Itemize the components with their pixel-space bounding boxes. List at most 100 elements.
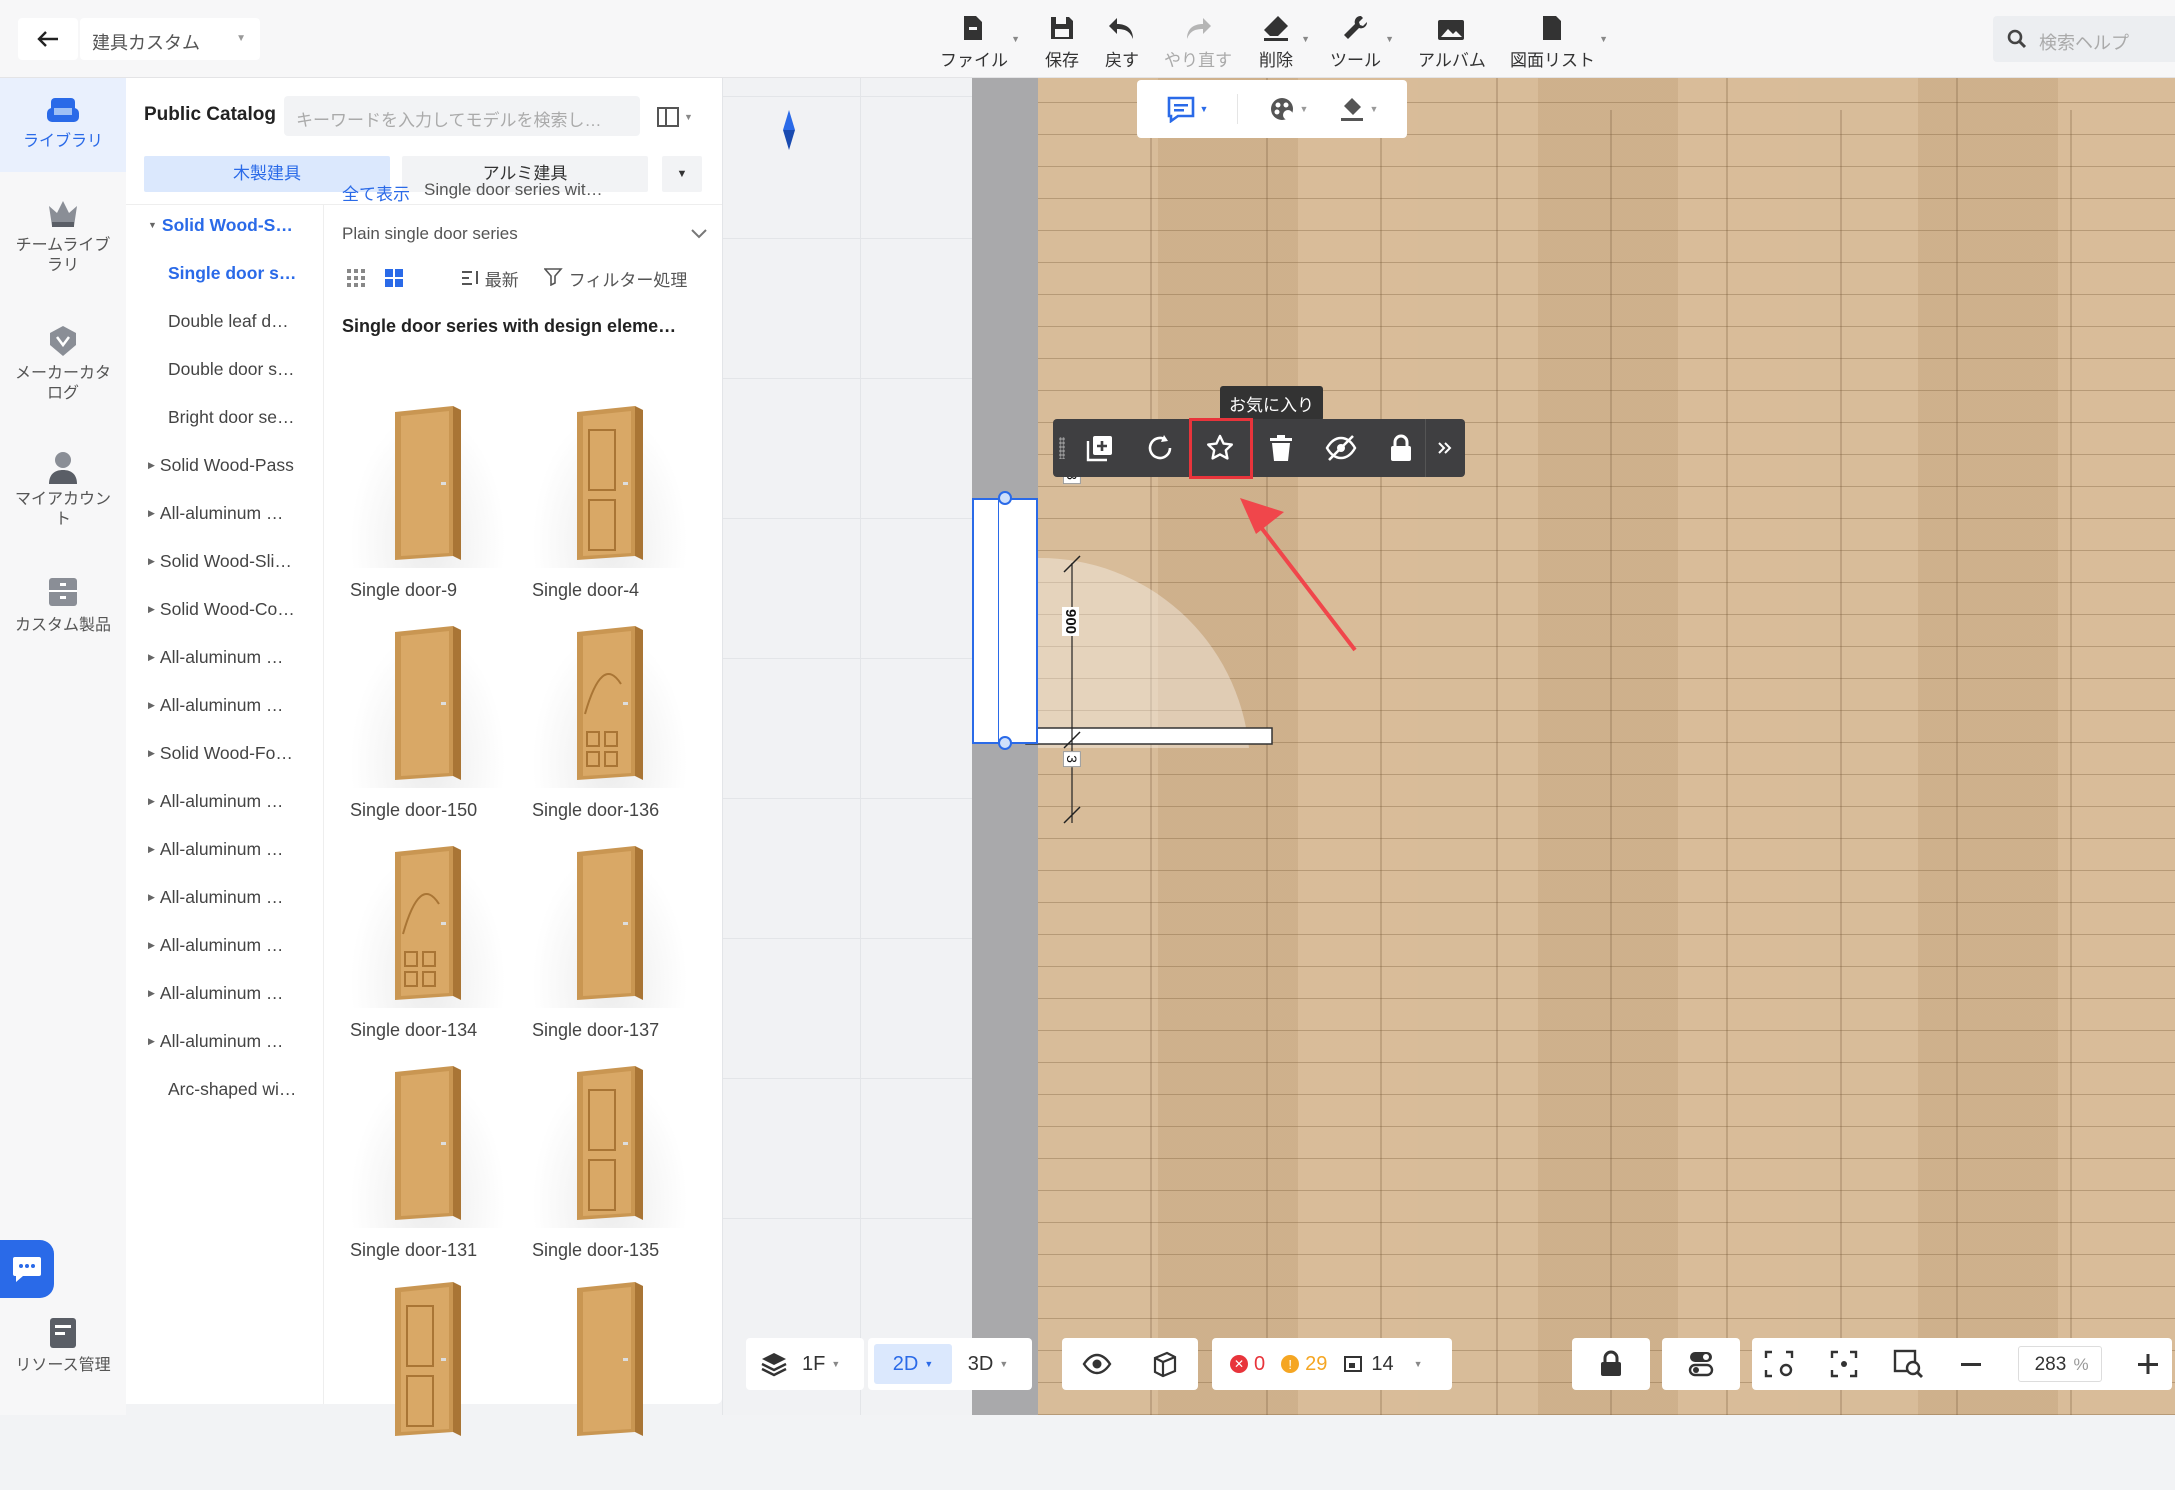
floor-select[interactable]: 1F ▼	[746, 1338, 864, 1390]
tree-item[interactable]: ▶ All-aluminum …	[148, 983, 283, 1004]
eye-icon[interactable]	[1082, 1353, 1112, 1375]
drag-handle[interactable]	[1059, 437, 1065, 459]
tree-item[interactable]: ▶ All-aluminum …	[148, 935, 283, 956]
caret-right-icon[interactable]: ▶	[148, 556, 155, 566]
tree-item[interactable]: ▼ Solid Wood-S…	[148, 215, 293, 236]
caret-right-icon[interactable]: ▶	[148, 604, 155, 614]
tree-item[interactable]: ▶ All-aluminum …	[148, 503, 283, 524]
tools-dropdown-icon[interactable]: ▼	[1385, 34, 1394, 44]
tab-more-dropdown[interactable]: ▼	[662, 156, 702, 192]
album-button[interactable]: アルバム	[1418, 10, 1486, 70]
caret-right-icon[interactable]: ▶	[148, 844, 155, 854]
tree-item[interactable]: Arc-shaped wi…	[168, 1079, 296, 1100]
door-handle-bottom[interactable]	[998, 736, 1012, 750]
model-card[interactable]: Single door-137	[526, 840, 694, 1050]
tree-item[interactable]: ▶ All-aluminum …	[148, 839, 283, 860]
more-tools-button[interactable]	[1428, 431, 1462, 465]
compass-icon[interactable]	[782, 110, 796, 155]
annotation-button[interactable]: ▼	[1166, 95, 1208, 123]
chat-button[interactable]	[0, 1240, 54, 1298]
drawing-list-dropdown-icon[interactable]: ▼	[1599, 34, 1608, 44]
caret-right-icon[interactable]: ▶	[148, 700, 155, 710]
hide-button[interactable]	[1324, 431, 1358, 465]
tree-item[interactable]: ▶ All-aluminum …	[148, 1031, 283, 1052]
delete-object-button[interactable]	[1264, 431, 1298, 465]
view-settings-icon[interactable]	[1764, 1350, 1796, 1378]
tree-item[interactable]: Double leaf d…	[168, 311, 289, 332]
redo-button[interactable]: やり直す	[1160, 10, 1236, 70]
view-small-grid-button[interactable]	[346, 268, 366, 293]
tree-item[interactable]: Bright door se…	[168, 407, 294, 428]
canvas-lock-button[interactable]	[1572, 1338, 1650, 1390]
model-card[interactable]: Single door-134	[344, 840, 512, 1050]
tools-button[interactable]: ツール ▼	[1330, 10, 1394, 70]
tree-item[interactable]: ▶ Solid Wood-Fo…	[148, 743, 293, 764]
file-button[interactable]: ファイル ▼	[940, 10, 1020, 70]
dimension-label-main[interactable]: 900	[1062, 606, 1080, 637]
search-help-input[interactable]: 検索ヘルプ	[1993, 16, 2175, 62]
tree-item[interactable]: Single door s…	[168, 263, 296, 284]
caret-down-icon[interactable]: ▼	[148, 220, 157, 230]
lock-object-button[interactable]	[1384, 431, 1418, 465]
back-button[interactable]	[18, 18, 78, 60]
caret-right-icon[interactable]: ▶	[148, 892, 155, 902]
series-select[interactable]: Plain single door series	[342, 224, 708, 254]
model-card[interactable]: Single door-131	[344, 1060, 512, 1270]
view-large-grid-button[interactable]	[384, 268, 404, 293]
design-canvas[interactable]: 900 3 3 ▼ ▼ ▼	[722, 78, 2175, 1415]
nav-resources[interactable]: リソース管理	[0, 1316, 126, 1386]
delete-dropdown-icon[interactable]: ▼	[1301, 34, 1310, 44]
tree-item[interactable]: ▶ Solid Wood-Co…	[148, 599, 295, 620]
drawing-list-button[interactable]: 図面リスト ▼	[1510, 10, 1608, 70]
layout-toggle[interactable]: ▼	[656, 104, 700, 130]
dimension-label-bottom[interactable]: 3	[1062, 751, 1081, 767]
caret-right-icon[interactable]: ▶	[148, 940, 155, 950]
copy-button[interactable]	[1083, 431, 1117, 465]
caret-right-icon[interactable]: ▶	[148, 796, 155, 806]
color-wheel-button[interactable]: ▼	[1268, 95, 1308, 123]
nav-my-account[interactable]: マイアカウント	[0, 450, 126, 540]
project-select[interactable]: 建具カスタム ▼	[80, 18, 260, 60]
model-card[interactable]	[344, 1280, 512, 1490]
zoom-input[interactable]: 283 %	[2017, 1346, 2102, 1382]
paint-button[interactable]: ▼	[1338, 95, 1378, 123]
model-card[interactable]: Single door-136	[526, 620, 694, 830]
caret-right-icon[interactable]: ▶	[148, 460, 155, 470]
caret-right-icon[interactable]: ▶	[148, 748, 155, 758]
undo-button[interactable]: 戻す	[1100, 10, 1144, 70]
model-card[interactable]	[526, 1280, 694, 1490]
mode-2d-button[interactable]: 2D ▼	[874, 1344, 952, 1384]
filter-button[interactable]: フィルター処理	[543, 266, 687, 291]
nav-custom-products[interactable]: カスタム製品	[0, 576, 126, 646]
tree-item[interactable]: Double door s…	[168, 359, 294, 380]
caret-right-icon[interactable]: ▶	[148, 1036, 155, 1046]
delete-button[interactable]: 削除 ▼	[1256, 10, 1310, 70]
mode-3d-button[interactable]: 3D ▼	[952, 1344, 1024, 1384]
tree-item[interactable]: ▶ All-aluminum …	[148, 791, 283, 812]
tree-item[interactable]: ▶ Solid Wood-Pass	[148, 455, 294, 476]
caret-right-icon[interactable]: ▶	[148, 988, 155, 998]
sort-latest-button[interactable]: 最新	[462, 266, 519, 291]
issue-summary[interactable]: ✕ 0 ! 29 14 ▼	[1212, 1338, 1452, 1390]
zoom-search-icon[interactable]	[1893, 1349, 1925, 1379]
settings-toggle-button[interactable]	[1662, 1338, 1740, 1390]
door-handle-top[interactable]	[998, 491, 1012, 505]
model-card[interactable]: Single door-9	[344, 400, 512, 610]
save-button[interactable]: 保存	[1040, 10, 1084, 70]
model-card[interactable]: Single door-4	[526, 400, 694, 610]
nav-library[interactable]: ライブラリ	[0, 78, 126, 172]
rotate-button[interactable]	[1143, 431, 1177, 465]
nav-maker-catalog[interactable]: メーカーカタログ	[0, 324, 126, 414]
model-card[interactable]: Single door-135	[526, 1060, 694, 1270]
tree-item[interactable]: ▶ All-aluminum …	[148, 695, 283, 716]
tree-item[interactable]: ▶ All-aluminum …	[148, 647, 283, 668]
cube-icon[interactable]	[1151, 1350, 1179, 1378]
zoom-in-icon[interactable]	[2136, 1352, 2160, 1376]
nav-team-library[interactable]: チームライブラリ	[0, 198, 126, 288]
model-card[interactable]: Single door-150	[344, 620, 512, 830]
caret-right-icon[interactable]: ▶	[148, 652, 155, 662]
selected-door[interactable]	[972, 498, 1038, 744]
tree-item[interactable]: ▶ All-aluminum …	[148, 887, 283, 908]
tree-item[interactable]: ▶ Solid Wood-Sli…	[148, 551, 292, 572]
model-search-input[interactable]: キーワードを入力してモデルを検索し…	[284, 96, 640, 136]
